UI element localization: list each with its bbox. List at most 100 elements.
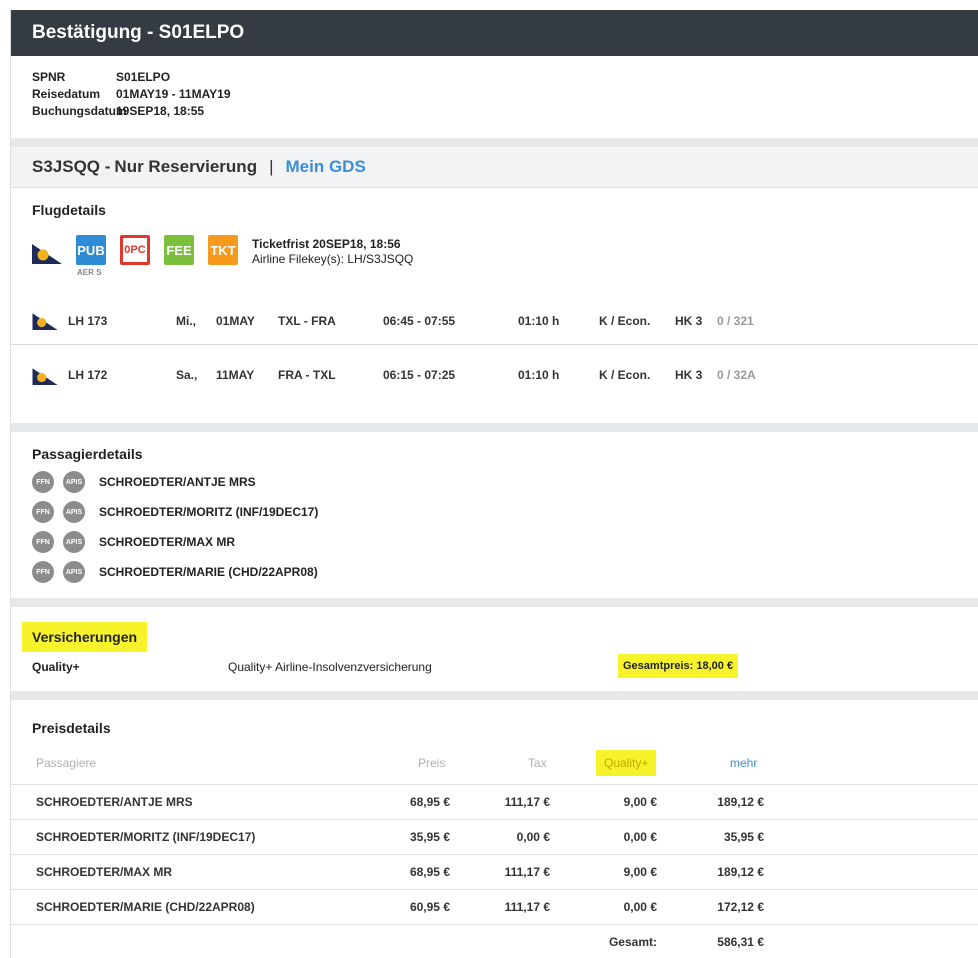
passenger-row: FFN APIS SCHROEDTER/MARIE (CHD/22APR08)	[32, 561, 318, 583]
booking-separator: |	[269, 157, 274, 176]
flight-route: FRA - TXL	[278, 368, 336, 382]
insurance-name: Quality+	[32, 660, 80, 674]
ticketfrist: Ticketfrist 20SEP18, 18:56	[252, 237, 401, 251]
passenger-row: FFN APIS SCHROEDTER/MORITZ (INF/19DEC17)	[32, 501, 318, 523]
flight-seat: 0 / 32A	[717, 368, 756, 382]
fee-badge: FEE	[164, 235, 194, 265]
flight-day: Mi.,	[176, 314, 196, 328]
mein-gds-link[interactable]: Mein GDS	[286, 157, 366, 177]
price-quality: 9,00 €	[623, 865, 657, 879]
flight-class: K / Econ.	[599, 314, 651, 328]
insurance-description: Quality+ Airline-Insolvenzversicherung	[228, 660, 432, 674]
price-preis: 68,95 €	[409, 795, 450, 809]
header-tax: Tax	[528, 756, 547, 770]
flight-time: 06:45 - 07:55	[383, 314, 456, 328]
table-row: SCHROEDTER/ANTJE MRS 68,95 € 111,17 € 9,…	[10, 784, 978, 819]
mehr-link[interactable]: mehr	[730, 750, 757, 776]
flight-row: LH 173 Mi., 01MAY TXL - FRA 06:45 - 07:5…	[10, 298, 978, 345]
0pc-badge: 0PC	[120, 235, 150, 265]
versicherungen-section: Versicherungen Quality+ Quality+ Airline…	[10, 607, 978, 691]
insurance-total-price: Gesamtpreis: 18,00 €	[618, 654, 739, 678]
flight-row: LH 172 Sa., 11MAY FRA - TXL 06:15 - 07:2…	[10, 345, 978, 405]
flight-time: 06:15 - 07:25	[383, 368, 456, 382]
ffn-button[interactable]: FFN	[32, 501, 54, 523]
page-title-text: Bestätigung - S01ELPO	[32, 22, 245, 43]
buchungsdatum-label: Buchungsdatum	[32, 104, 127, 118]
price-preis: 35,95 €	[409, 830, 450, 844]
price-tax: 111,17 €	[504, 795, 550, 809]
lufthansa-tail-icon	[32, 244, 62, 264]
versicherungen-title: Versicherungen	[22, 622, 148, 652]
gesamt-label: Gesamt:	[608, 935, 657, 949]
reisedatum-label: Reisedatum	[32, 87, 101, 101]
ffn-button[interactable]: FFN	[32, 471, 54, 493]
price-total: 189,12 €	[717, 795, 764, 809]
buchungsdatum-value: 19SEP18, 18:55	[116, 104, 205, 118]
price-table-header: Passagiere Preis Tax Quality+ mehr	[10, 750, 978, 776]
price-passenger: SCHROEDTER/MORITZ (INF/19DEC17)	[36, 830, 256, 844]
flugdetails-title: Flugdetails	[32, 202, 106, 218]
price-tax: 0,00 €	[516, 830, 550, 844]
spnr-label: SPNR	[32, 70, 66, 84]
ffn-button[interactable]: FFN	[32, 561, 54, 583]
price-preis: 68,95 €	[409, 865, 450, 879]
page-title: Bestätigung - S01ELPO	[10, 10, 978, 56]
flight-class: K / Econ.	[599, 368, 651, 382]
lufthansa-tail-icon	[32, 368, 58, 385]
flight-route: TXL - FRA	[278, 314, 336, 328]
flight-date: 01MAY	[216, 314, 255, 328]
passenger-row: FFN APIS SCHROEDTER/ANTJE MRS	[32, 471, 256, 493]
apis-button[interactable]: APIS	[63, 561, 85, 583]
price-total: 189,12 €	[717, 865, 764, 879]
flight-duration: 01:10 h	[518, 368, 560, 382]
preisdetails-section: Preisdetails Passagiere Preis Tax Qualit…	[10, 700, 978, 958]
header-quality: Quality+	[596, 750, 657, 776]
header-preis: Preis	[418, 756, 446, 770]
flight-number: LH 172	[68, 368, 108, 382]
price-tax: 111,17 €	[504, 865, 550, 879]
ffn-button[interactable]: FFN	[32, 531, 54, 553]
passenger-name: SCHROEDTER/MORITZ (INF/19DEC17)	[99, 505, 319, 519]
flight-status: HK 3	[675, 314, 703, 328]
reisedatum-value: 01MAY19 - 11MAY19	[116, 87, 231, 101]
pub-badge: PUB	[76, 235, 106, 265]
divider	[10, 423, 978, 432]
filekey: Airline Filekey(s): LH/S3JSQQ	[252, 252, 414, 266]
divider	[10, 138, 978, 147]
flight-duration: 01:10 h	[518, 314, 560, 328]
booking-type: Nur Reservierung	[114, 157, 258, 176]
passenger-name: SCHROEDTER/ANTJE MRS	[99, 475, 256, 489]
divider	[10, 598, 978, 607]
price-preis: 60,95 €	[409, 900, 450, 914]
booking-code: S3JSQQ -	[32, 157, 111, 176]
passagierdetails-title: Passagierdetails	[32, 446, 143, 462]
apis-button[interactable]: APIS	[63, 471, 85, 493]
price-quality: 0,00 €	[623, 900, 657, 914]
passagierdetails-section: Passagierdetails FFN APIS SCHROEDTER/ANT…	[10, 432, 978, 598]
passenger-row: FFN APIS SCHROEDTER/MAX MR	[32, 531, 235, 553]
flight-status: HK 3	[675, 368, 703, 382]
price-quality: 9,00 €	[623, 795, 657, 809]
price-tax: 111,17 €	[504, 900, 550, 914]
flight-day: Sa.,	[176, 368, 198, 382]
flight-number: LH 173	[68, 314, 108, 328]
table-total-row: Gesamt: 586,31 €	[10, 924, 978, 958]
aer-label: AER S	[77, 268, 102, 277]
price-total: 35,95 €	[723, 830, 764, 844]
booking-summary: SPNR S01ELPO Reisedatum 01MAY19 - 11MAY19 …	[10, 56, 978, 138]
confirmation-page: Bestätigung - S01ELPO SPNR S01ELPO Reised…	[10, 10, 978, 958]
apis-button[interactable]: APIS	[63, 531, 85, 553]
table-row: SCHROEDTER/MORITZ (INF/19DEC17) 35,95 € …	[10, 819, 978, 854]
spnr-value: S01ELPO	[116, 70, 171, 84]
price-passenger: SCHROEDTER/MARIE (CHD/22APR08)	[36, 900, 255, 914]
passenger-name: SCHROEDTER/MAX MR	[99, 535, 236, 549]
preisdetails-title: Preisdetails	[32, 720, 111, 736]
booking-header: S3JSQQ - Nur Reservierung | Mein GDS	[10, 147, 978, 188]
apis-button[interactable]: APIS	[63, 501, 85, 523]
lufthansa-tail-icon	[32, 313, 58, 330]
price-total: 172,12 €	[717, 900, 764, 914]
table-row: SCHROEDTER/MAX MR 68,95 € 111,17 € 9,00 …	[10, 854, 978, 889]
tkt-badge: TKT	[208, 235, 238, 265]
flight-date: 11MAY	[216, 368, 255, 382]
header-passagiere: Passagiere	[36, 756, 97, 770]
